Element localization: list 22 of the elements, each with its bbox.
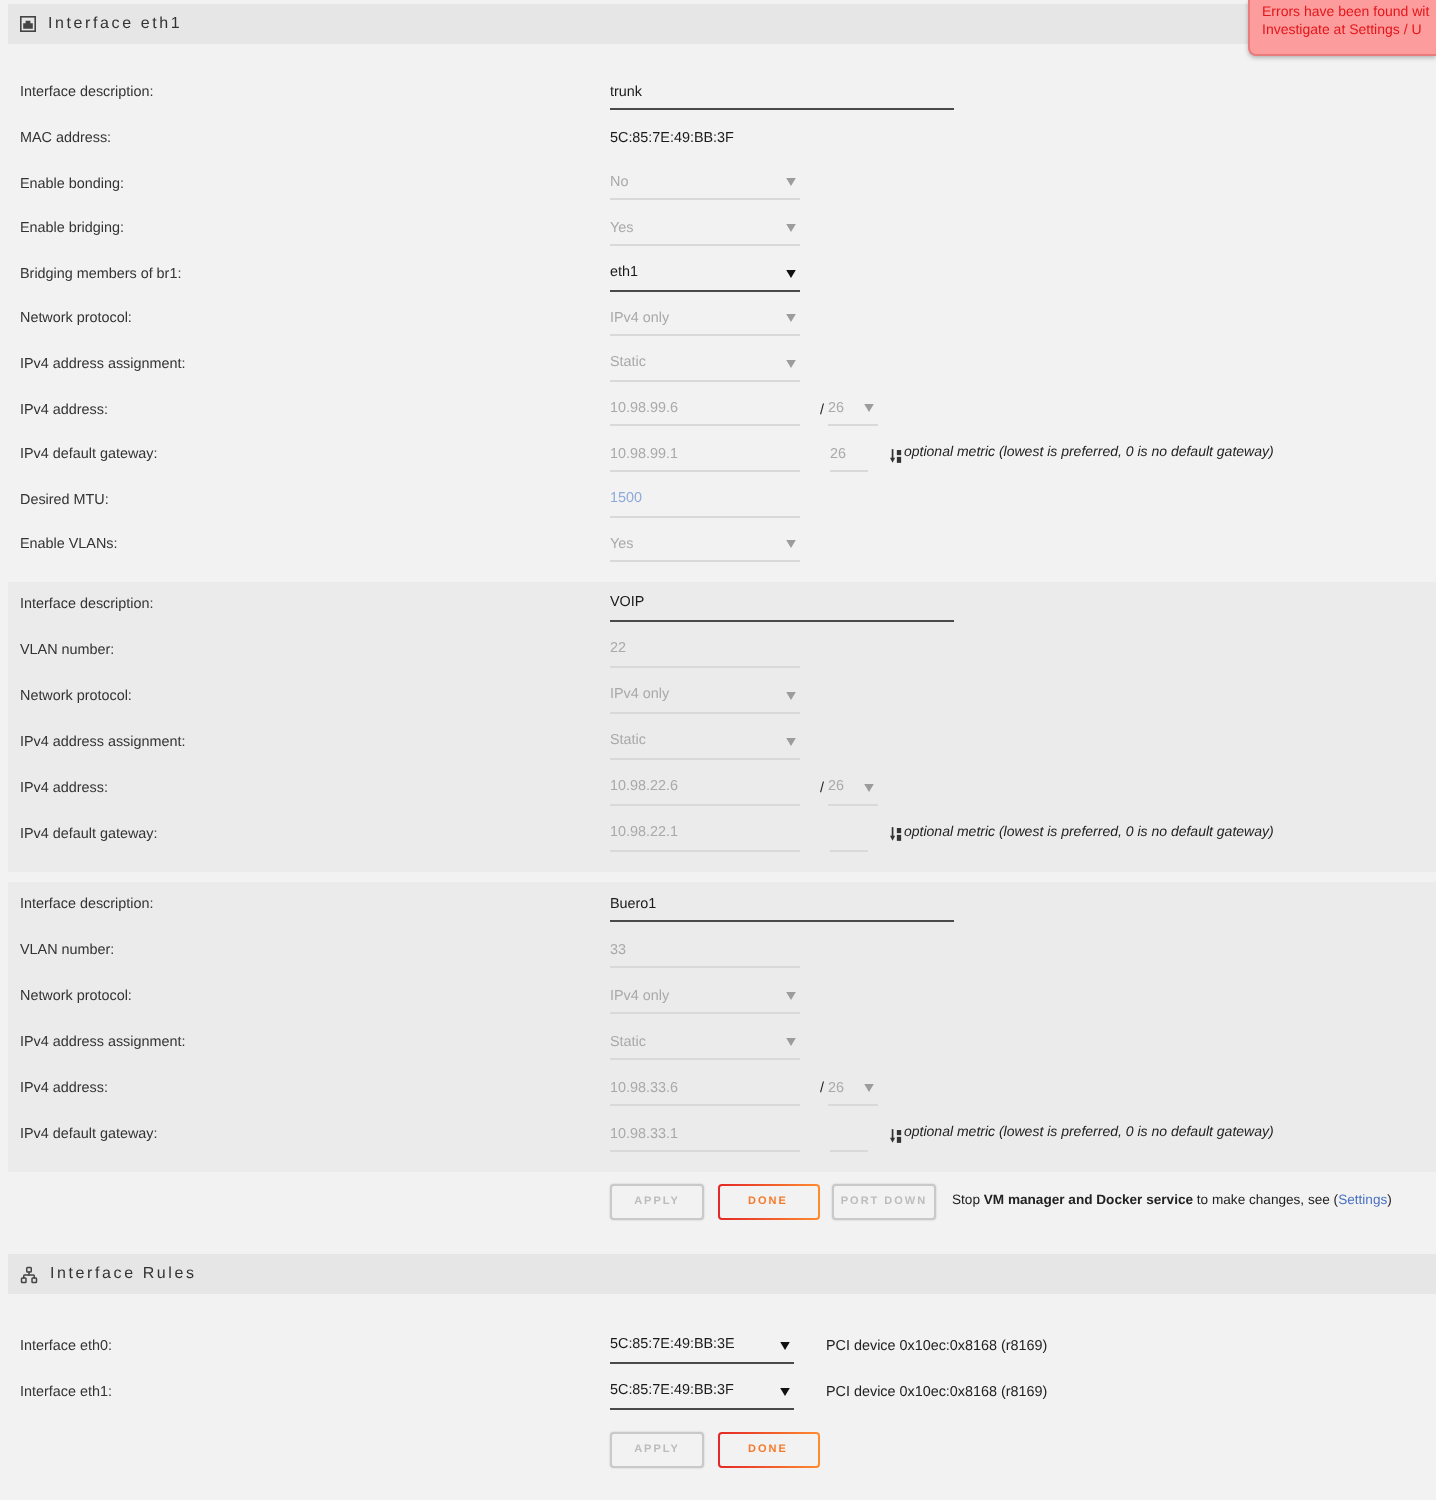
dropdown-arrow-icon [786,314,796,323]
section-title: Interface eth1 [48,12,183,36]
dropdown-arrow-icon [780,1341,790,1350]
dropdown-arrow-icon [786,178,796,187]
dropdown-arrow-icon [786,540,796,549]
dropdown-arrow-icon [780,1387,790,1396]
dropdown-arrow-icon [864,783,874,792]
dropdown-arrow-icon [786,691,796,700]
network-icon [20,1265,38,1284]
dropdown-arrow-icon [786,224,796,233]
dropdown-arrow-icon [786,269,796,278]
dropdown-arrow-icon [864,404,874,413]
dropdown-arrow-icon [786,992,796,1001]
sort-icon [890,826,902,843]
dropdown-arrow-icon [786,737,796,746]
dropdown-arrow-icon [786,1038,796,1047]
sort-icon [890,447,902,464]
dropdown-arrow-icon [786,359,796,368]
sort-icon [890,1127,902,1144]
ethernet-port-icon [20,16,36,32]
dropdown-arrow-icon [864,1084,874,1093]
section-title: Interface Rules [50,1262,197,1287]
